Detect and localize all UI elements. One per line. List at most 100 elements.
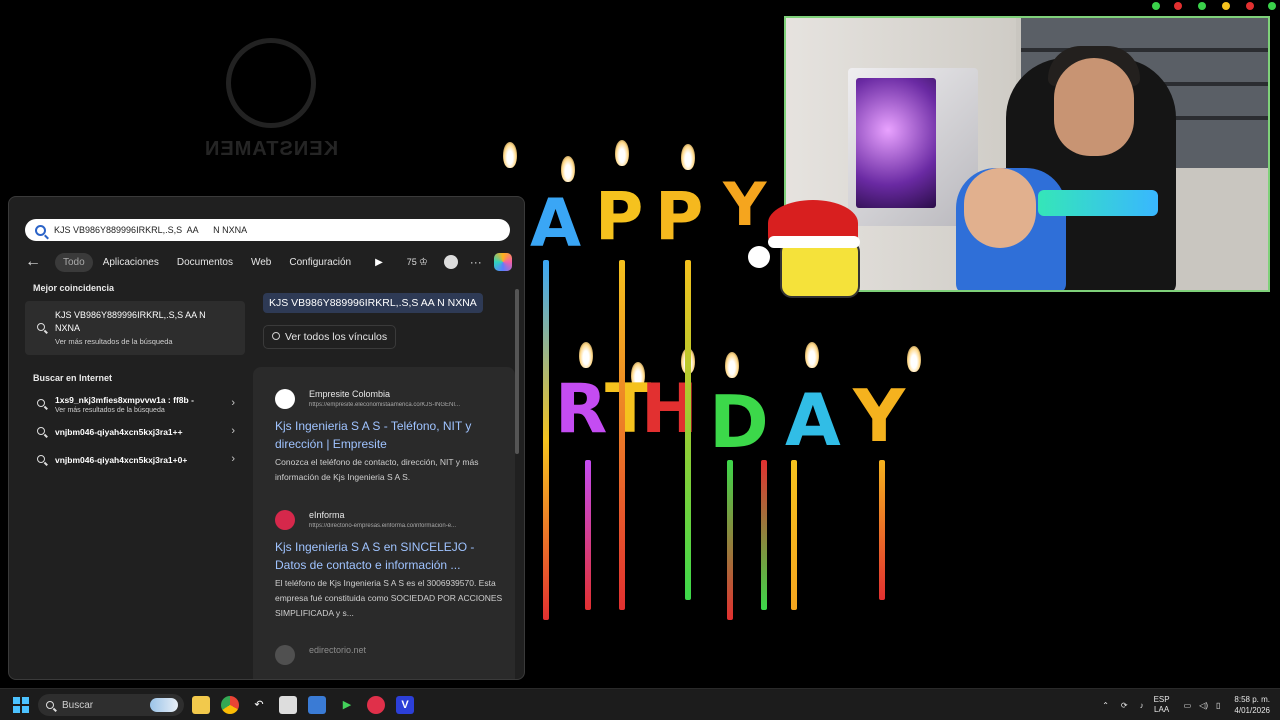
all-links-button[interactable]: Ver todos los vínculos bbox=[263, 325, 397, 349]
notepad-icon[interactable] bbox=[279, 696, 297, 714]
back-arrow-icon[interactable]: ← bbox=[25, 253, 55, 271]
search-icon bbox=[46, 701, 54, 709]
rewards-icon[interactable]: ♔ bbox=[419, 257, 428, 268]
christmas-lights bbox=[1150, 0, 1280, 14]
clock[interactable]: 8:58 p. m. 4/01/2026 bbox=[1234, 694, 1270, 716]
windows-start-icon[interactable] bbox=[13, 697, 29, 713]
internet-suggestion[interactable]: 1xs9_nkj3mfies8xmpvvw1a : ff8b - Ver más… bbox=[25, 391, 245, 419]
language-indicator[interactable]: ESP LAA bbox=[1154, 695, 1170, 715]
sync-icon[interactable]: ⟳ bbox=[1121, 701, 1128, 710]
santa-mascot-icon bbox=[748, 200, 860, 300]
taskbar-search[interactable]: Buscar bbox=[38, 694, 184, 716]
tab-configuracion[interactable]: Configuración bbox=[281, 253, 359, 272]
network-icon[interactable]: ▭ bbox=[1184, 701, 1192, 710]
birthday-letter: A bbox=[530, 185, 582, 262]
candle-flame-icon bbox=[503, 142, 517, 168]
account-avatar-icon[interactable] bbox=[443, 255, 458, 269]
more-options-icon[interactable]: ··· bbox=[470, 255, 482, 269]
candle-flame-icon bbox=[615, 140, 629, 166]
candle-stick bbox=[685, 260, 691, 600]
microphone-icon[interactable]: ♪ bbox=[1140, 701, 1144, 710]
keyboard-layout: LAA bbox=[1154, 705, 1170, 714]
pc-glass bbox=[856, 78, 936, 208]
search-icon bbox=[37, 427, 45, 435]
battery-icon[interactable]: ▯ bbox=[1216, 701, 1220, 710]
birthday-letter: D bbox=[709, 380, 769, 464]
mascot-face bbox=[780, 240, 860, 298]
birthday-letter: A bbox=[785, 378, 841, 462]
calculator-icon[interactable] bbox=[308, 696, 326, 714]
search-input[interactable] bbox=[54, 225, 474, 235]
tab-web[interactable]: Web bbox=[243, 253, 279, 272]
tab-aplicaciones[interactable]: Aplicaciones bbox=[95, 253, 167, 272]
chrome-icon[interactable] bbox=[221, 696, 239, 714]
hat-pompom bbox=[748, 246, 770, 268]
result-site: Empresite Colombia bbox=[309, 389, 391, 399]
result-url: https://directorio-empresas.einforma.co/… bbox=[309, 523, 457, 529]
background-logo-text: KENSTAMEN bbox=[203, 138, 339, 160]
light-bulb bbox=[1152, 2, 1160, 10]
edirectorio-logo-icon bbox=[275, 645, 295, 665]
logo-ring-icon bbox=[226, 38, 316, 128]
play-app-icon[interactable]: ▶ bbox=[338, 696, 356, 714]
copilot-icon[interactable] bbox=[493, 253, 512, 271]
birthday-letter: R bbox=[555, 370, 608, 449]
internet-suggestion[interactable]: vnjbm046-qiyah4xcn5kxj3ra1+0+ › bbox=[25, 447, 245, 475]
tab-documentos[interactable]: Documentos bbox=[169, 253, 241, 272]
chevron-up-icon[interactable]: ⌃ bbox=[1102, 701, 1109, 710]
volume-icon[interactable]: ◁) bbox=[1199, 701, 1208, 710]
globe-icon bbox=[272, 332, 280, 340]
search-icon bbox=[35, 224, 46, 236]
result-snippet: Conozca el teléfono de contacto, direcci… bbox=[275, 457, 479, 482]
rewards-count: 75 bbox=[406, 257, 417, 267]
results-left-column: Mejor coincidencia KJS VB986Y889996IRKRL… bbox=[25, 283, 253, 475]
windows-search-panel: ← Todo Aplicaciones Documentos Web Confi… bbox=[8, 196, 525, 680]
light-bulb bbox=[1222, 2, 1230, 10]
candle-flame-icon bbox=[681, 144, 695, 170]
candle-flame-icon bbox=[805, 342, 819, 368]
birthday-letter: P bbox=[655, 178, 704, 255]
candle-stick bbox=[791, 460, 797, 610]
red-app-icon[interactable] bbox=[367, 696, 385, 714]
candle-flame-icon bbox=[725, 352, 739, 378]
language-code: ESP bbox=[1153, 695, 1170, 704]
light-bulb bbox=[1246, 2, 1254, 10]
best-match-item[interactable]: KJS VB986Y889996IRKRL,.S,S AA N NXNA Ver… bbox=[25, 301, 245, 355]
einforma-logo-icon bbox=[275, 510, 295, 530]
candle-stick bbox=[619, 260, 625, 610]
system-tray: ⌃ ⟳ ♪ ESP LAA ▭ ◁) ▯ 8:58 p. m. 4/01/202… bbox=[1102, 689, 1270, 720]
chevron-right-icon: › bbox=[231, 397, 235, 409]
clock-date: 4/01/2026 bbox=[1234, 706, 1270, 715]
back-arrow-app-icon[interactable]: ↶ bbox=[250, 696, 268, 714]
search-icon bbox=[37, 323, 45, 331]
chevron-right-icon: › bbox=[231, 425, 235, 437]
file-explorer-icon[interactable] bbox=[192, 696, 210, 714]
more-tabs-play-icon[interactable]: ▶ bbox=[375, 257, 383, 268]
tab-todo[interactable]: Todo bbox=[55, 252, 93, 272]
child-head bbox=[964, 168, 1036, 248]
search-icon bbox=[37, 455, 45, 463]
candle-stick bbox=[543, 260, 549, 620]
best-match-title: KJS VB986Y889996IRKRL,.S,S AA N NXNA bbox=[55, 310, 206, 333]
internet-suggestion[interactable]: vnjbm046-qiyah4xcn5kxj3ra1++ › bbox=[25, 419, 245, 447]
light-bulb bbox=[1268, 2, 1276, 10]
candle-stick bbox=[761, 460, 767, 610]
suggestion-title: vnjbm046-qiyah4xcn5kxj3ra1++ bbox=[55, 427, 183, 437]
results-scrollbar[interactable] bbox=[515, 289, 519, 454]
v-app-icon[interactable]: V bbox=[396, 696, 414, 714]
result-title[interactable]: Kjs Ingenieria S A S - Teléfono, NIT y d… bbox=[275, 417, 495, 453]
clock-time: 8:58 p. m. bbox=[1234, 695, 1270, 704]
candle-flame-icon bbox=[579, 342, 593, 368]
suggestion-subtitle: Ver más resultados de la búsqueda bbox=[55, 407, 165, 414]
search-box[interactable] bbox=[25, 219, 510, 241]
light-bulb bbox=[1198, 2, 1206, 10]
hat-fur bbox=[768, 236, 860, 248]
result-title[interactable]: Kjs Ingenieria S A S en SINCELEJO - Dato… bbox=[275, 538, 495, 574]
empresite-logo-icon bbox=[275, 389, 295, 409]
search-highlight-image bbox=[150, 698, 178, 712]
suggestion-title: 1xs9_nkj3mfies8xmpvvw1a : ff8b - bbox=[55, 395, 194, 405]
suggestion-title: vnjbm046-qiyah4xcn5kxj3ra1+0+ bbox=[55, 455, 188, 465]
background-logo: KENSTAMEN bbox=[196, 38, 346, 168]
query-chip[interactable]: KJS VB986Y889996IRKRL,.S,S AA N NXNA bbox=[263, 293, 483, 313]
candle-flame-icon bbox=[561, 156, 575, 182]
